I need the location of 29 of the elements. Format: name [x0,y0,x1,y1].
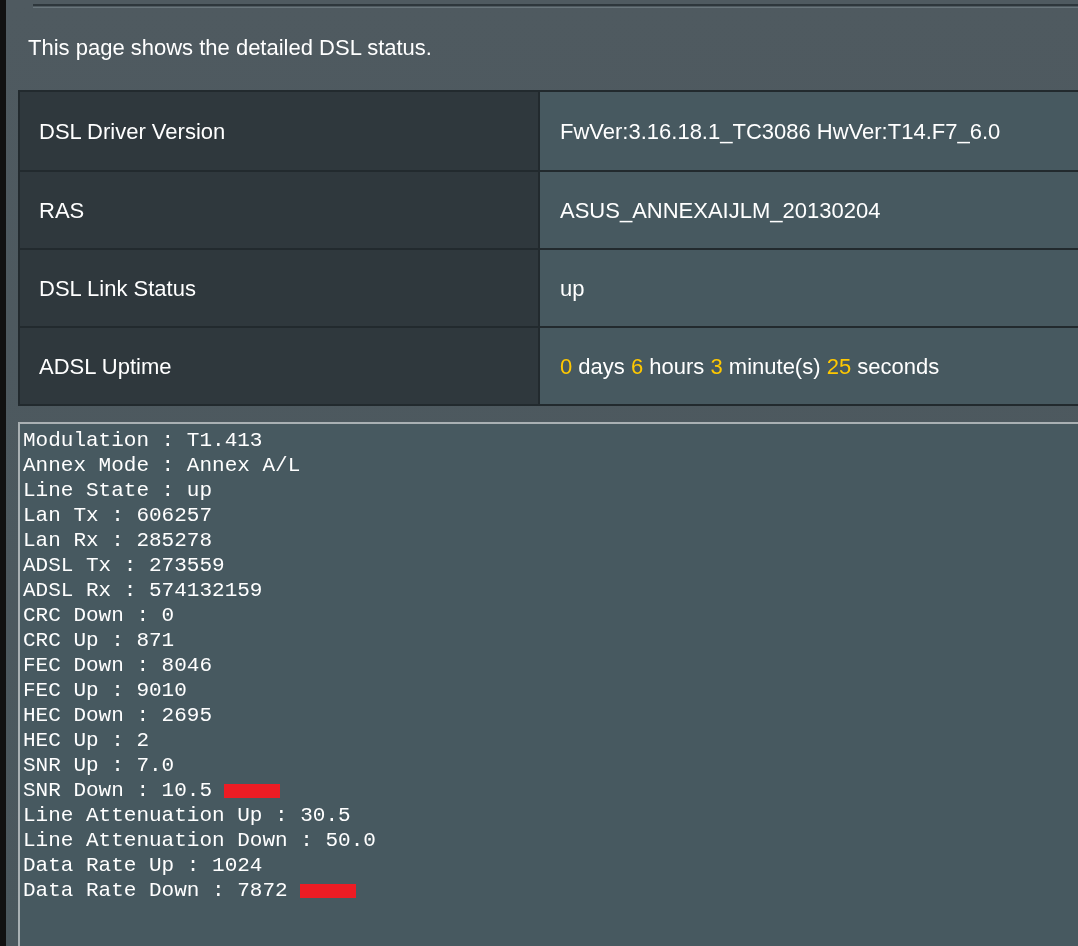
page-description: This page shows the detailed DSL status. [28,35,432,61]
status-line: Modulation : T1.413 [23,428,263,453]
status-line: Line Attenuation Up : 30.5 [23,803,351,828]
status-line: Annex Mode : Annex A/L [23,453,301,478]
status-line: Data Rate Down : 7872 [23,878,356,903]
status-line: ADSL Tx : 273559 [23,553,225,578]
status-line: CRC Down : 0 [23,603,175,628]
status-line: FEC Up : 9010 [23,678,187,703]
row-label: DSL Driver Version [39,117,226,146]
status-line: Line State : up [23,478,213,503]
status-line: Lan Rx : 285278 [23,528,213,553]
row-label: DSL Link Status [39,274,196,303]
status-line: Lan Tx : 606257 [23,503,213,528]
status-line: CRC Up : 871 [23,628,175,653]
row-label: RAS [39,196,85,225]
status-line: FEC Down : 8046 [23,653,213,678]
status-line: Line Attenuation Down : 50.0 [23,828,376,853]
row-value: 0 days 6 hours 3 minute(s) 25 seconds [560,352,940,381]
row-value: ASUS_ANNEXAIJLM_20130204 [560,196,881,225]
row-label: ADSL Uptime [39,352,172,381]
row-value: FwVer:3.16.18.1_TC3086 HwVer:T14.F7_6.0 [560,117,1001,146]
row-value: up [560,274,585,303]
status-line: HEC Up : 2 [23,728,150,753]
status-line: HEC Down : 2695 [23,703,213,728]
status-text-area[interactable] [18,422,1078,946]
status-line: SNR Up : 7.0 [23,753,175,778]
status-line: SNR Down : 10.5 [23,778,281,803]
status-line: Data Rate Up : 1024 [23,853,263,878]
status-line: ADSL Rx : 574132159 [23,578,263,603]
